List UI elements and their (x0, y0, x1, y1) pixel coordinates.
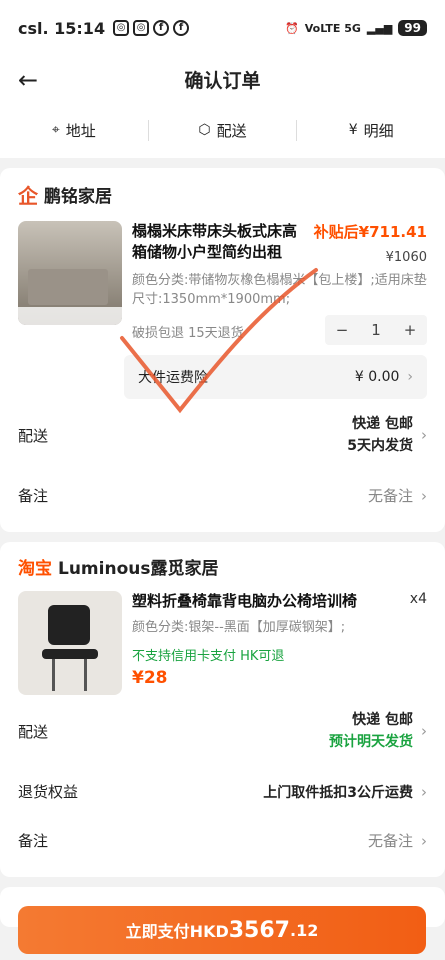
decrement-button[interactable]: − (325, 321, 359, 339)
yen-receipt-icon: ¥ (348, 122, 358, 138)
quantity-value: 1 (371, 321, 381, 339)
shop-header[interactable]: 淘宝 Luminous露觅家居 (18, 554, 427, 579)
payment-tags: 不支持信用卡支付 HK可退 (132, 649, 285, 664)
return-rights-row[interactable]: 退货权益 上门取件抵扣3公斤运费 › (18, 767, 427, 816)
facebook-icon: f (173, 20, 190, 36)
section-tabs: ⌖ 地址 ⬡ 配送 ¥ 明细 (0, 102, 445, 158)
shop-name: Luminous露觅家居 (58, 559, 219, 579)
tab-address[interactable]: ⌖ 地址 (0, 119, 149, 141)
package-icon: ⬡ (198, 122, 211, 138)
shop-logo-icon: 企 (18, 184, 38, 208)
location-pin-icon: ⌖ (51, 122, 60, 138)
chevron-right-icon: › (421, 782, 427, 801)
tab-delivery[interactable]: ⬡ 配送 (149, 119, 298, 141)
notification-icons: ◎ ◎ f f (113, 20, 190, 36)
instagram-icon: ◎ (113, 20, 130, 36)
shop-name: 鹏铭家居 (44, 187, 112, 207)
instagram-icon: ◎ (133, 20, 150, 36)
chevron-right-icon: › (407, 369, 413, 385)
pay-now-button[interactable]: 立即支付HKD 3567.12 (18, 906, 426, 954)
quantity-label: x4 (409, 591, 427, 607)
status-time: csl. 15:14 (18, 18, 106, 38)
shipping-insurance-row[interactable]: 大件运费险 ¥ 0.00 › (124, 355, 427, 399)
chevron-right-icon: › (421, 487, 427, 505)
subsidy-price: 补贴后¥711.41 (313, 223, 427, 241)
shop-card-1: 企鹏铭家居 榻榻米床带床头板式床高箱储物小户型简约出租 补贴后¥711.41 ¥1… (0, 168, 445, 532)
quantity-stepper[interactable]: −1 + (325, 315, 427, 345)
taobao-logo-icon: 淘宝 (18, 559, 52, 579)
shop-header[interactable]: 企鹏铭家居 (18, 180, 427, 209)
chevron-right-icon: › (421, 722, 427, 740)
chevron-right-icon: › (421, 832, 427, 850)
product-image[interactable] (18, 591, 122, 695)
back-arrow-icon[interactable]: ← (18, 66, 38, 94)
original-price: ¥1060 (385, 250, 427, 265)
page-header: ← 确认订单 (0, 56, 445, 102)
increment-button[interactable]: + (393, 321, 427, 339)
order-item[interactable]: 榻榻米床带床头板式床高箱储物小户型简约出租 补贴后¥711.41 ¥1060 颜色… (18, 221, 427, 345)
note-row[interactable]: 备注 无备注 › (18, 471, 427, 520)
item-price: ¥28 (132, 668, 168, 688)
signal-icon: ▂▄▆ (366, 21, 393, 35)
network-indicator: VoLTE 5G (304, 21, 361, 35)
alarm-icon: ⏰ (285, 21, 299, 35)
product-title: 榻榻米床带床头板式床高箱储物小户型简约出租 (132, 222, 298, 261)
product-spec[interactable]: 颜色分类:银架--黑面【加厚碳钢架】; (132, 618, 427, 637)
delivery-row[interactable]: 配送 快递 包邮 预计明天发货 › (18, 695, 427, 767)
shop-card-2: 淘宝 Luminous露觅家居 塑料折叠椅靠背电脑办公椅培训椅 x4 颜色分类:银架… (0, 542, 445, 877)
facebook-icon: f (153, 20, 170, 36)
battery-indicator: 99 (398, 20, 427, 36)
product-title: 塑料折叠椅靠背电脑办公椅培训椅 (132, 592, 358, 610)
tab-details[interactable]: ¥ 明细 (297, 120, 445, 141)
status-bar: csl. 15:14 ◎ ◎ f f ⏰ VoLTE 5G ▂▄▆ 99 (0, 0, 445, 56)
service-terms: 破损包退 15天退货 (132, 325, 244, 341)
delivery-row[interactable]: 配送 快递 包邮 5天内发货 › (18, 399, 427, 471)
product-image[interactable] (18, 221, 122, 325)
order-item[interactable]: 塑料折叠椅靠背电脑办公椅培训椅 x4 颜色分类:银架--黑面【加厚碳钢架】; 不支… (18, 591, 427, 695)
page-title: 确认订单 (184, 69, 261, 92)
note-row[interactable]: 备注 无备注 › (18, 816, 427, 865)
product-spec[interactable]: 颜色分类:带储物灰橡色榻榻米【包上楼】;适用床垫尺寸:1350mm*1900mm… (132, 271, 427, 309)
chevron-right-icon: › (421, 426, 427, 444)
